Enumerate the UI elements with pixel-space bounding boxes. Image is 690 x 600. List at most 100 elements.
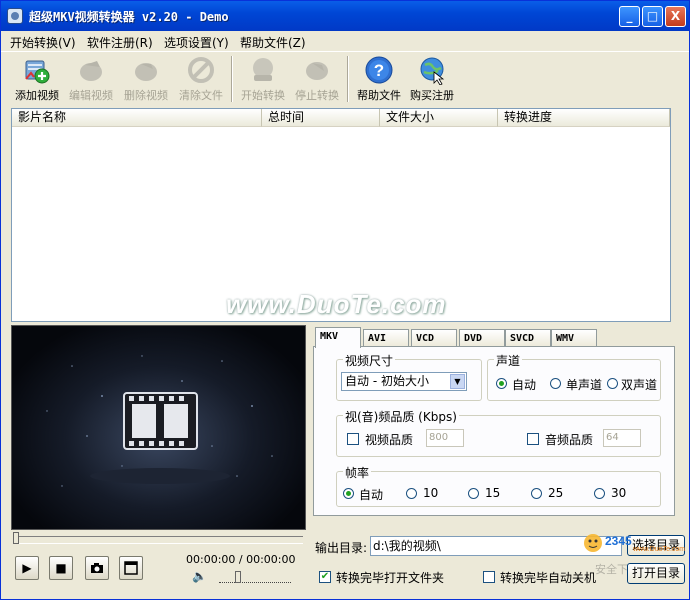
menu-help[interactable]: 帮助文件(Z) [240, 34, 306, 51]
edit-video-button[interactable]: 编辑视频 [65, 54, 117, 104]
framerate-group: 帧率 自动 10 15 25 30 [336, 464, 661, 507]
video-size-value: 自动 - 初始大小 [345, 374, 429, 388]
menu-start-convert[interactable]: 开始转换(V) [10, 34, 76, 51]
maximize-button[interactable]: □ [642, 6, 663, 27]
column-header-size[interactable]: 文件大小 [380, 109, 498, 127]
channel-mono-label: 单声道 [566, 378, 603, 392]
audio-quality-input[interactable]: 64 [603, 429, 641, 447]
tab-mkv[interactable]: MKV [315, 327, 361, 348]
play-button[interactable]: ▶ [15, 556, 39, 580]
stop-convert-label: 停止转换 [295, 89, 339, 102]
shutdown-checkbox[interactable] [483, 571, 495, 583]
minimize-button[interactable]: _ [619, 6, 640, 27]
framerate-30-radio[interactable] [594, 488, 605, 499]
framerate-25-label: 25 [548, 486, 564, 500]
tab-avi[interactable]: AVI [363, 329, 409, 347]
svg-text:?: ? [374, 61, 384, 80]
edit-video-icon [80, 61, 102, 81]
menu-bar: 开始转换(V) 软件注册(R) 选项设置(Y) 帮助文件(Z) [1, 31, 689, 51]
channel-stereo-radio[interactable] [607, 378, 618, 389]
stop-convert-button[interactable]: 停止转换 [291, 54, 343, 104]
channel-auto-radio[interactable] [496, 378, 507, 389]
video-size-select[interactable]: 自动 - 初始大小 ▼ [341, 372, 467, 391]
title-bar[interactable]: 超级MKV视频转换器 v2.20 - Demo _ □ X [1, 1, 689, 31]
buy-register-label: 购买注册 [410, 89, 454, 102]
delete-video-button[interactable]: 删除视频 [120, 54, 172, 104]
tab-vcd[interactable]: VCD [411, 329, 457, 347]
clear-files-label: 清除文件 [179, 89, 223, 102]
toolbar: 添加视频 编辑视频 删除视频 清除文件 开始转换 停止转换 ? 帮助文件 购买注… [1, 51, 689, 106]
help-icon: ? [365, 56, 393, 84]
audio-quality-checkbox[interactable] [527, 433, 539, 445]
edit-video-label: 编辑视频 [69, 89, 113, 102]
video-quality-label: 视频品质 [365, 433, 414, 447]
start-convert-label: 开始转换 [241, 89, 285, 102]
video-preview [11, 325, 306, 530]
close-button[interactable]: X [665, 6, 686, 27]
badge-site: www.DuoTe.com [632, 546, 685, 553]
stop-button[interactable]: ■ [49, 556, 73, 580]
volume-thumb[interactable] [235, 571, 241, 583]
column-header-duration[interactable]: 总时间 [262, 109, 380, 127]
tab-svcd[interactable]: SVCD [505, 329, 551, 347]
framerate-15-label: 15 [485, 486, 501, 500]
channel-auto-label: 自动 [512, 378, 537, 392]
playback-time: 00:00:00 / 00:00:00 [186, 553, 296, 566]
camera-icon [91, 563, 103, 573]
add-video-button[interactable]: 添加视频 [11, 54, 63, 104]
open-dir-button[interactable]: 打开目录 [627, 563, 685, 584]
column-header-progress[interactable]: 转换进度 [498, 109, 670, 127]
framerate-10-label: 10 [423, 486, 439, 500]
framerate-10-radio[interactable] [406, 488, 417, 499]
quality-title: 视(音)频品质 (Kbps) [343, 408, 459, 425]
toolbar-separator [231, 56, 233, 102]
help-file-button[interactable]: ? 帮助文件 [353, 54, 405, 104]
delete-video-icon [135, 63, 157, 81]
channel-mono-radio[interactable] [550, 378, 561, 389]
volume-slider[interactable] [219, 571, 291, 583]
video-size-title: 视频尺寸 [343, 352, 396, 369]
framerate-15-radio[interactable] [468, 488, 479, 499]
chevron-down-icon[interactable]: ▼ [450, 374, 465, 389]
tab-wmv[interactable]: WMV [551, 329, 597, 347]
clear-files-icon [188, 57, 214, 83]
menu-options[interactable]: 选项设置(Y) [164, 34, 229, 51]
seek-bar[interactable] [13, 532, 303, 544]
app-window: 超级MKV视频转换器 v2.20 - Demo _ □ X 开始转换(V) 软件… [0, 0, 690, 600]
framerate-25-radio[interactable] [531, 488, 542, 499]
audio-quality-label: 音频品质 [545, 433, 594, 447]
window-title: 超级MKV视频转换器 v2.20 - Demo [29, 10, 229, 24]
stop-icon: ■ [55, 561, 67, 575]
video-size-group: 视频尺寸 自动 - 初始大小 ▼ [336, 352, 482, 401]
framerate-auto-label: 自动 [359, 488, 384, 502]
channel-title: 声道 [494, 352, 523, 369]
badge-brand: 2345 [605, 534, 632, 548]
output-dir-label: 输出目录: [315, 541, 368, 555]
video-quality-checkbox[interactable] [347, 433, 359, 445]
help-file-label: 帮助文件 [357, 89, 401, 102]
film-reel-icon [46, 355, 273, 487]
add-video-label: 添加视频 [15, 89, 59, 102]
menu-register[interactable]: 软件注册(R) [87, 34, 153, 51]
tab-panel-mkv: 视频尺寸 自动 - 初始大小 ▼ 声道 自动 单声道 双声道 视(音)频品质 (… [313, 346, 675, 516]
buy-register-button[interactable]: 购买注册 [406, 54, 458, 104]
framerate-title: 帧率 [343, 464, 372, 481]
format-tabs: MKV AVI VCD DVD SVCD WMV [313, 327, 683, 348]
quality-group: 视(音)频品质 (Kbps) 视频品质 800 音频品质 64 [336, 408, 661, 457]
seek-thumb[interactable] [13, 532, 19, 544]
delete-video-label: 删除视频 [124, 89, 168, 102]
fullscreen-button[interactable] [119, 556, 143, 580]
speaker-icon[interactable]: 🔈 [192, 569, 207, 583]
column-header-name[interactable]: 影片名称 [12, 109, 262, 127]
framerate-30-label: 30 [611, 486, 627, 500]
video-quality-input[interactable]: 800 [426, 429, 464, 447]
channel-stereo-label: 双声道 [621, 378, 658, 392]
app-icon[interactable] [7, 8, 23, 24]
framerate-auto-radio[interactable] [343, 488, 354, 499]
snapshot-button[interactable] [85, 556, 109, 580]
clear-files-button[interactable]: 清除文件 [175, 54, 227, 104]
tab-dvd[interactable]: DVD [459, 329, 505, 347]
open-folder-label: 转换完毕打开文件夹 [336, 571, 445, 585]
start-convert-button[interactable]: 开始转换 [237, 54, 289, 104]
open-folder-checkbox[interactable]: ✔ [319, 571, 331, 583]
